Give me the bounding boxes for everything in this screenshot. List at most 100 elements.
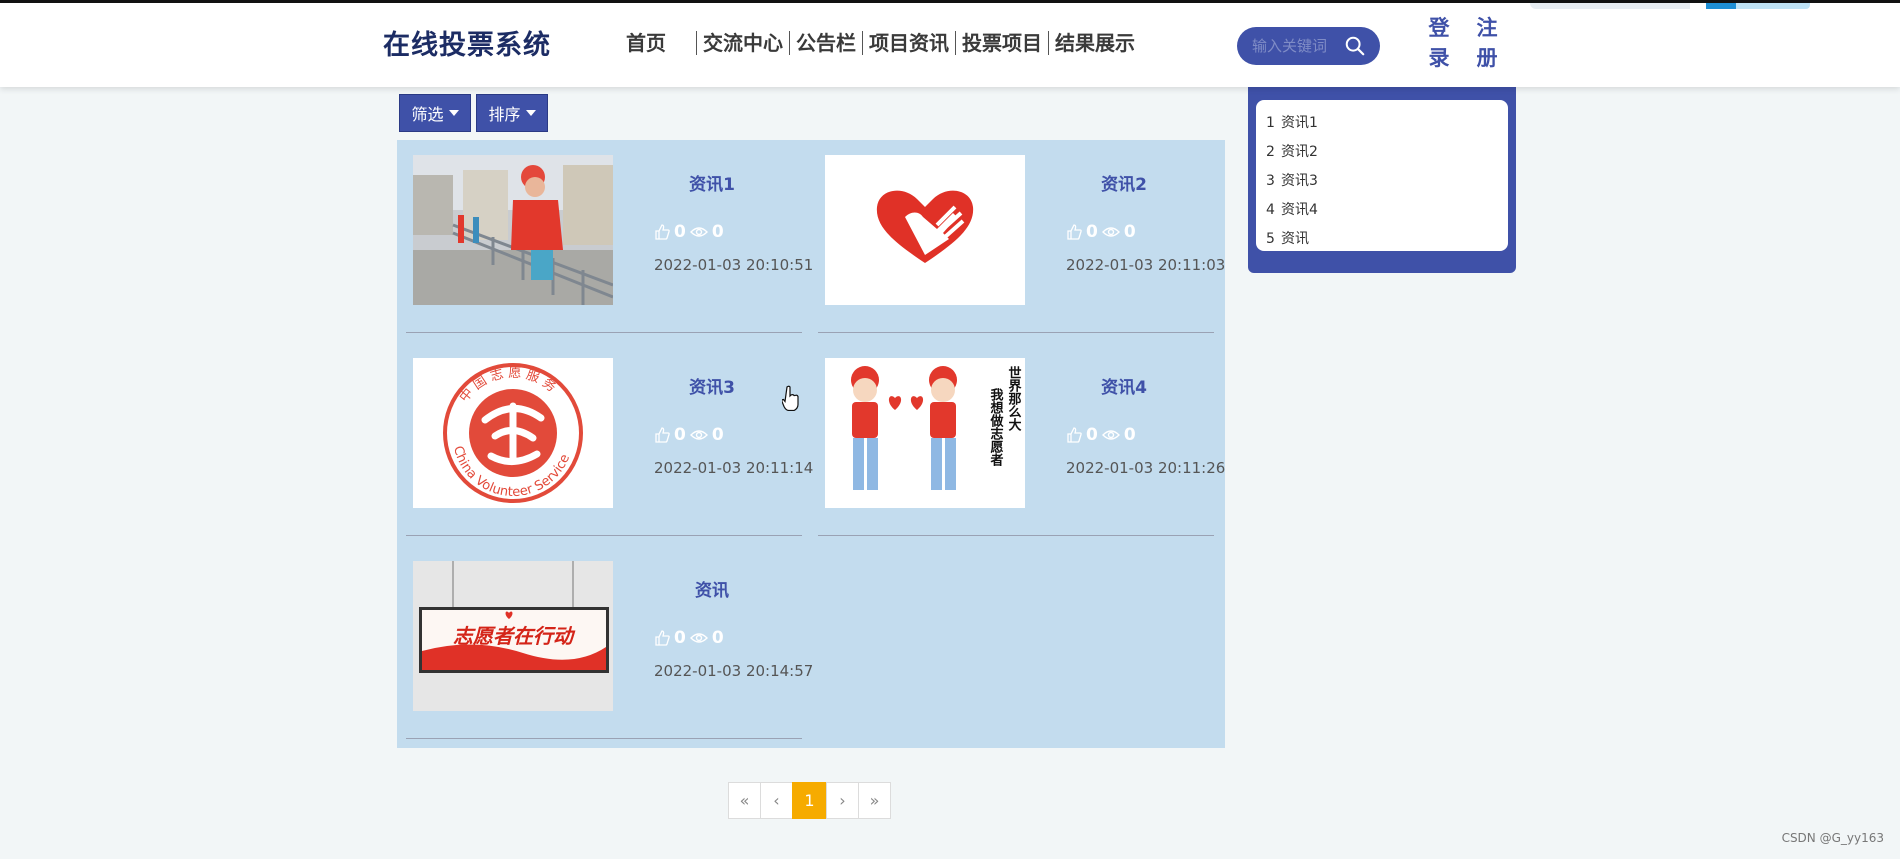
like-count: 0	[1086, 425, 1098, 445]
volunteer-cleaning-photo	[413, 155, 613, 305]
view-count: 0	[711, 425, 724, 445]
next-page-button[interactable]: ›	[826, 782, 859, 819]
thumbs-up-icon[interactable]	[654, 224, 670, 240]
nav-community[interactable]: 交流中心	[697, 29, 789, 57]
news-thumbnail[interactable]: 中 国 志 愿 服 务 China Volunteer Service	[413, 358, 613, 508]
news-title[interactable]: 资讯4	[1055, 373, 1193, 398]
news-stats: 0 0	[654, 628, 724, 648]
thumbs-up-icon[interactable]	[1066, 427, 1082, 443]
like-count: 0	[1086, 222, 1098, 242]
news-stats: 0 0	[654, 425, 724, 445]
login-link[interactable]: 登录	[1427, 13, 1451, 73]
thumbs-up-icon[interactable]	[654, 427, 670, 443]
like-count: 0	[674, 628, 686, 648]
thumbs-up-icon[interactable]	[1066, 224, 1082, 240]
news-date: 2022-01-03 20:14:57	[654, 662, 814, 680]
register-link[interactable]: 注册	[1475, 13, 1499, 73]
card-divider	[406, 535, 802, 536]
rank-number: 2	[1266, 144, 1275, 160]
news-card[interactable]: 资讯2 0 0 2022-01-03 20:11:03	[809, 140, 1225, 333]
news-stats: 0 0	[654, 222, 724, 242]
nav-results[interactable]: 结果展示	[1049, 29, 1141, 57]
nav-project-news[interactable]: 项目资讯	[863, 29, 955, 57]
news-title[interactable]: 资讯1	[643, 170, 781, 195]
news-title[interactable]: 资讯2	[1055, 170, 1193, 195]
eye-icon	[689, 227, 708, 237]
hand-cursor-icon	[782, 385, 799, 411]
news-card[interactable]: 中 国 志 愿 服 务 China Volunteer Service 资讯3 …	[397, 343, 813, 536]
banner-text: 志愿者在行动	[453, 624, 576, 648]
like-count: 0	[674, 425, 686, 445]
news-card[interactable]: 世界那么大 我想做志愿者 资讯4 0 0 2022-01-03 20:11:26	[809, 343, 1225, 536]
news-thumbnail[interactable]: 志愿者在行动	[413, 561, 613, 711]
sort-dropdown-button[interactable]: 排序	[476, 94, 548, 132]
search-input[interactable]	[1250, 36, 1345, 56]
view-count: 0	[1123, 222, 1136, 242]
pagination: « ‹ 1 › »	[728, 782, 891, 819]
sidebar-item-label: 资讯	[1281, 231, 1309, 247]
eye-icon	[1101, 227, 1120, 237]
news-title[interactable]: 资讯3	[643, 373, 781, 398]
card-divider	[406, 332, 802, 333]
filter-label: 筛选	[411, 105, 444, 124]
sidebar-item[interactable]: 4 资讯4	[1266, 196, 1508, 225]
volunteer-banner: 志愿者在行动	[413, 561, 613, 711]
sidebar-item-label: 资讯2	[1281, 144, 1318, 160]
caret-down-icon	[448, 110, 459, 116]
first-page-button[interactable]: «	[728, 782, 761, 819]
eye-icon	[689, 430, 708, 440]
site-title[interactable]: 在线投票系统	[383, 23, 551, 62]
news-card[interactable]: 资讯1 0 0 2022-01-03 20:10:51	[397, 140, 813, 333]
filter-dropdown-button[interactable]: 筛选	[399, 94, 471, 132]
current-page-button[interactable]: 1	[792, 782, 827, 819]
card-divider	[406, 738, 802, 739]
news-thumbnail[interactable]	[413, 155, 613, 305]
news-thumbnail[interactable]: 世界那么大 我想做志愿者	[825, 358, 1025, 508]
sidebar-item[interactable]: 5 资讯	[1266, 225, 1508, 254]
caret-down-icon	[525, 110, 536, 116]
volunteer-cartoon: 世界那么大 我想做志愿者	[825, 358, 1025, 508]
rank-number: 5	[1266, 231, 1275, 247]
sidebar-item[interactable]: 2 资讯2	[1266, 138, 1508, 167]
sidebar-item-label: 资讯3	[1281, 173, 1318, 189]
nav-home[interactable]: 首页	[620, 29, 696, 57]
nav-notice-board[interactable]: 公告栏	[790, 29, 862, 57]
rank-number: 4	[1266, 202, 1275, 218]
view-count: 0	[1123, 425, 1136, 445]
prev-page-button[interactable]: ‹	[760, 782, 793, 819]
news-date: 2022-01-03 20:11:03	[1066, 256, 1226, 274]
news-title[interactable]: 资讯	[643, 576, 781, 601]
search-icon[interactable]	[1344, 35, 1366, 57]
sidebar-item-label: 资讯4	[1281, 202, 1318, 218]
top-header: 在线投票系统 首页 交流中心 公告栏 项目资讯 投票项目 结果展示 登录 注册	[0, 0, 1900, 87]
toolbar-strip	[1530, 3, 1810, 9]
like-count: 0	[674, 222, 686, 242]
news-card[interactable]: 志愿者在行动 资讯 0 0 2022-01-03 20:14:57	[397, 546, 813, 739]
rank-number: 1	[1266, 115, 1275, 131]
eye-icon	[689, 633, 708, 643]
search-box	[1237, 27, 1380, 65]
view-count: 0	[711, 628, 724, 648]
thumbs-up-icon[interactable]	[654, 630, 670, 646]
news-date: 2022-01-03 20:11:26	[1066, 459, 1226, 477]
card-divider	[818, 332, 1214, 333]
news-list-panel: 资讯1 0 0 2022-01-03 20:10:51 资讯2 0 0 2022…	[397, 140, 1225, 748]
cartoon-text: 我想做志愿者	[988, 387, 1005, 467]
news-stats: 0 0	[1066, 222, 1136, 242]
news-thumbnail[interactable]	[825, 155, 1025, 305]
sidebar-item-label: 资讯1	[1281, 115, 1318, 131]
news-date: 2022-01-03 20:11:14	[654, 459, 814, 477]
news-date: 2022-01-03 20:10:51	[654, 256, 814, 274]
heart-hand-logo	[825, 155, 1025, 305]
sidebar-item[interactable]: 1 资讯1	[1266, 109, 1508, 138]
news-stats: 0 0	[1066, 425, 1136, 445]
news-ranking-list: 1 资讯1 2 资讯2 3 资讯3 4 资讯4 5 资讯	[1256, 100, 1508, 251]
last-page-button[interactable]: »	[858, 782, 891, 819]
rank-number: 3	[1266, 173, 1275, 189]
view-count: 0	[711, 222, 724, 242]
sidebar-item[interactable]: 3 资讯3	[1266, 167, 1508, 196]
watermark: CSDN @G_yy163	[1781, 831, 1884, 845]
nav-vote-projects[interactable]: 投票项目	[956, 29, 1048, 57]
china-volunteer-service-logo: 中 国 志 愿 服 务 China Volunteer Service	[413, 358, 613, 508]
cartoon-text: 世界那么大	[1006, 365, 1022, 432]
